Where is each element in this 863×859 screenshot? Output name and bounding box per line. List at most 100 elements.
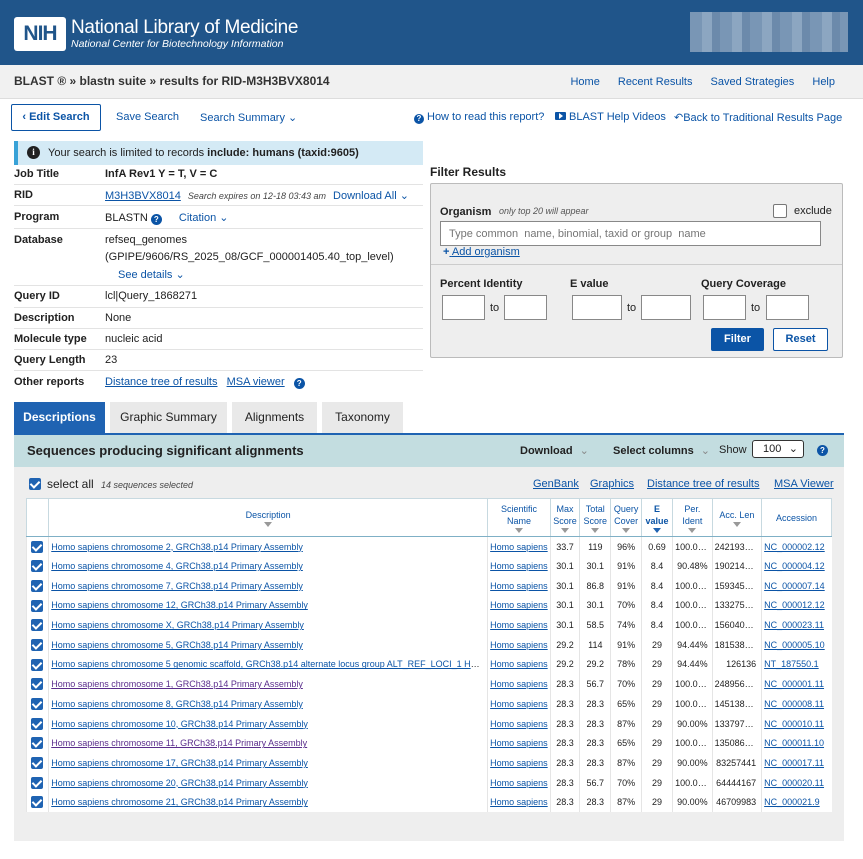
select-all-label[interactable]: select all: [47, 477, 94, 491]
download-dropdown[interactable]: Download ⌄: [520, 444, 589, 457]
column-header-scientific-name[interactable]: Scientific Name: [487, 498, 551, 537]
nav-recent-results[interactable]: Recent Results: [618, 76, 693, 88]
accession-cell-link[interactable]: NC_000012.12: [764, 600, 825, 610]
column-header-description[interactable]: Description: [48, 498, 489, 537]
exclude-checkbox[interactable]: [773, 204, 787, 218]
row-checkbox[interactable]: [31, 717, 43, 730]
tab-taxonomy[interactable]: Taxonomy: [322, 402, 403, 434]
msa-viewer-link[interactable]: MSA viewer: [227, 376, 285, 388]
description-cell-link[interactable]: Homo sapiens chromosome 11, GRCh38.p14 P…: [51, 738, 307, 748]
citation-dropdown[interactable]: Citation ⌄: [179, 212, 229, 224]
scientific-name-cell-link[interactable]: Homo sapiens: [490, 659, 548, 669]
description-cell-link[interactable]: Homo sapiens chromosome X, GRCh38.p14 Pr…: [51, 620, 304, 630]
row-checkbox[interactable]: [31, 560, 43, 573]
graphics-link[interactable]: Graphics: [590, 478, 634, 490]
e-value-max-input[interactable]: [641, 295, 691, 320]
genbank-link[interactable]: GenBank: [533, 478, 579, 490]
column-header-max-score[interactable]: Max Score: [549, 498, 581, 537]
save-search-link[interactable]: Save Search: [116, 111, 179, 123]
how-to-read-link[interactable]: ? How to read this report?: [414, 111, 544, 124]
tab-alignments[interactable]: Alignments: [232, 402, 317, 434]
accession-cell-link[interactable]: NC_000023.11: [764, 620, 824, 630]
reset-button[interactable]: Reset: [773, 328, 828, 351]
column-header-query-cover[interactable]: Query Cover: [610, 498, 642, 537]
add-organism-link[interactable]: + Add organism: [443, 246, 520, 258]
description-cell-link[interactable]: Homo sapiens chromosome 10, GRCh38.p14 P…: [51, 719, 308, 729]
description-cell-link[interactable]: Homo sapiens chromosome 4, GRCh38.p14 Pr…: [51, 561, 303, 571]
column-header-total-score[interactable]: Total Score: [579, 498, 612, 537]
column-header-per-ident[interactable]: Per. Ident: [672, 498, 713, 537]
description-cell-link[interactable]: Homo sapiens chromosome 5 genomic scaffo…: [51, 659, 487, 669]
scientific-name-cell-link[interactable]: Homo sapiens: [490, 640, 548, 650]
accession-cell-link[interactable]: NC_000001.11: [764, 679, 824, 689]
nlm-title[interactable]: National Library of Medicine: [71, 17, 298, 39]
row-checkbox[interactable]: [31, 638, 43, 651]
search-summary-dropdown[interactable]: Search Summary ⌄: [200, 111, 297, 124]
row-checkbox[interactable]: [31, 698, 43, 710]
rid-link[interactable]: M3H3BVX8014: [105, 190, 181, 202]
accession-cell-link[interactable]: NC_000017.11: [764, 758, 824, 768]
distance-tree-link[interactable]: Distance tree of results: [647, 478, 760, 490]
row-checkbox[interactable]: [31, 737, 43, 750]
percent-identity-min-input[interactable]: [442, 295, 485, 320]
accession-cell-link[interactable]: NC_000007.14: [764, 581, 825, 591]
scientific-name-cell-link[interactable]: Homo sapiens: [490, 600, 548, 610]
accession-cell-link[interactable]: NC_000011.10: [764, 738, 824, 748]
scientific-name-cell-link[interactable]: Homo sapiens: [490, 797, 548, 807]
help-icon[interactable]: ?: [817, 445, 828, 456]
row-checkbox[interactable]: [31, 599, 43, 612]
accession-cell-link[interactable]: NC_000020.11: [764, 778, 824, 788]
accession-cell-link[interactable]: NT_187550.1: [764, 659, 819, 669]
tab-descriptions[interactable]: Descriptions: [14, 402, 105, 434]
scientific-name-cell-link[interactable]: Homo sapiens: [490, 699, 548, 709]
scientific-name-cell-link[interactable]: Homo sapiens: [490, 738, 548, 748]
description-cell-link[interactable]: Homo sapiens chromosome 8, GRCh38.p14 Pr…: [51, 699, 303, 709]
help-icon[interactable]: ?: [150, 214, 162, 225]
column-header-e-value[interactable]: E value: [640, 498, 674, 537]
description-cell-link[interactable]: Homo sapiens chromosome 21, GRCh38.p14 P…: [51, 797, 308, 807]
row-checkbox[interactable]: [31, 541, 43, 553]
tab-graphic-summary[interactable]: Graphic Summary: [110, 402, 227, 434]
scientific-name-cell-link[interactable]: Homo sapiens: [490, 620, 548, 630]
scientific-name-cell-link[interactable]: Homo sapiens: [490, 542, 548, 552]
help-videos-link[interactable]: BLAST Help Videos: [555, 111, 666, 123]
row-checkbox[interactable]: [31, 796, 43, 809]
e-value-min-input[interactable]: [572, 295, 622, 320]
scientific-name-cell-link[interactable]: Homo sapiens: [490, 778, 548, 788]
query-coverage-min-input[interactable]: [703, 295, 746, 320]
query-coverage-max-input[interactable]: [766, 295, 809, 320]
column-header-accession[interactable]: Accession: [761, 498, 832, 537]
msa-viewer-link[interactable]: MSA Viewer: [774, 478, 834, 490]
edit-search-button[interactable]: ‹ Edit Search: [11, 104, 101, 131]
nav-help[interactable]: Help: [812, 76, 835, 88]
row-checkbox[interactable]: [31, 658, 43, 671]
distance-tree-link[interactable]: Distance tree of results: [105, 376, 218, 388]
accession-cell-link[interactable]: NC_000002.12: [764, 542, 825, 552]
select-all-checkbox[interactable]: [29, 478, 41, 490]
description-cell-link[interactable]: Homo sapiens chromosome 5, GRCh38.p14 Pr…: [51, 640, 303, 650]
description-cell-link[interactable]: Homo sapiens chromosome 12, GRCh38.p14 P…: [51, 600, 308, 610]
show-count-select[interactable]: 100 ⌄: [752, 440, 804, 458]
scientific-name-cell-link[interactable]: Homo sapiens: [490, 719, 548, 729]
row-checkbox[interactable]: [31, 579, 43, 592]
column-header-acc-len[interactable]: Acc. Len: [711, 498, 763, 537]
description-cell-link[interactable]: Homo sapiens chromosome 17, GRCh38.p14 P…: [51, 758, 308, 768]
description-cell-link[interactable]: Homo sapiens chromosome 1, GRCh38.p14 Pr…: [51, 679, 303, 689]
nav-saved-strategies[interactable]: Saved Strategies: [711, 76, 795, 88]
organism-input[interactable]: [440, 221, 821, 246]
description-cell-link[interactable]: Homo sapiens chromosome 7, GRCh38.p14 Pr…: [51, 581, 303, 591]
nih-logo[interactable]: NIH: [14, 17, 66, 51]
see-details-link[interactable]: See details ⌄: [118, 268, 185, 281]
back-traditional-link[interactable]: ↶Back to Traditional Results Page: [674, 111, 842, 124]
scientific-name-cell-link[interactable]: Homo sapiens: [490, 679, 548, 689]
accession-cell-link[interactable]: NC_000004.12: [764, 561, 825, 571]
accession-cell-link[interactable]: NC_000005.10: [764, 640, 825, 650]
row-checkbox[interactable]: [31, 776, 43, 789]
accession-cell-link[interactable]: NC_000021.9: [764, 797, 820, 807]
download-all-dropdown[interactable]: Download All ⌄: [333, 190, 409, 202]
row-checkbox[interactable]: [31, 757, 43, 770]
scientific-name-cell-link[interactable]: Homo sapiens: [490, 758, 548, 768]
scientific-name-cell-link[interactable]: Homo sapiens: [490, 561, 548, 571]
select-columns-dropdown[interactable]: Select columns ⌄: [613, 444, 710, 457]
accession-cell-link[interactable]: NC_000010.11: [764, 719, 824, 729]
